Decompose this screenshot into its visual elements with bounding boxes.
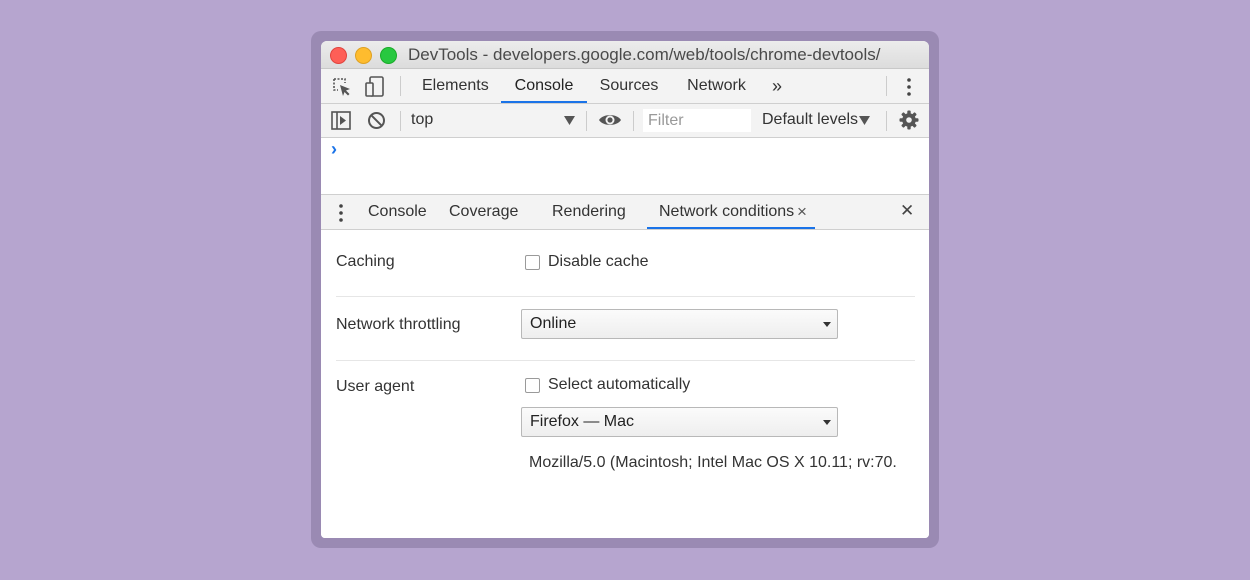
disable-cache-label[interactable]: Disable cache: [548, 253, 649, 271]
live-expression-eye-icon[interactable]: [598, 112, 622, 128]
drawer-tab-coverage[interactable]: Coverage: [449, 195, 518, 229]
drawer-tab-rendering[interactable]: Rendering: [552, 195, 626, 229]
filter-input[interactable]: Filter: [643, 109, 751, 132]
throttling-label: Network throttling: [336, 316, 461, 333]
toolbar-divider: [400, 76, 401, 96]
context-dropdown-icon[interactable]: [564, 116, 575, 125]
levels-dropdown-icon[interactable]: [859, 116, 870, 125]
divider: [336, 360, 915, 361]
tab-console[interactable]: Console: [501, 69, 587, 103]
log-levels-dropdown[interactable]: Default levels: [762, 111, 858, 129]
minimize-window-button[interactable]: [355, 47, 372, 64]
close-window-button[interactable]: [330, 47, 347, 64]
select-automatically-checkbox[interactable]: [525, 378, 540, 393]
more-tabs-icon[interactable]: »: [767, 69, 787, 103]
chevron-down-icon: [823, 322, 831, 327]
kebab-menu-icon[interactable]: [903, 77, 915, 97]
user-agent-select[interactable]: Firefox — Mac: [521, 407, 838, 437]
console-prompt-icon: ›: [331, 139, 337, 159]
divider: [336, 296, 915, 297]
throttling-select[interactable]: Online: [521, 309, 838, 339]
disable-cache-checkbox[interactable]: [525, 255, 540, 270]
drawer-tab-console[interactable]: Console: [368, 195, 427, 229]
device-toolbar-icon[interactable]: [364, 75, 386, 99]
toolbar-divider: [400, 111, 401, 131]
console-output[interactable]: ›: [321, 138, 929, 193]
show-sidebar-icon[interactable]: [331, 111, 351, 130]
tab-sources[interactable]: Sources: [599, 69, 659, 103]
throttling-value: Online: [530, 315, 577, 332]
drawer-toolbar: Console Coverage Rendering Network condi…: [321, 194, 929, 230]
zoom-window-button[interactable]: [380, 47, 397, 64]
toolbar-divider: [586, 111, 587, 131]
main-toolbar: Elements Console Sources Network »: [321, 69, 929, 104]
close-drawer-icon[interactable]: ✕: [900, 201, 914, 221]
inspect-element-icon[interactable]: [331, 76, 353, 98]
drawer-tab-label: Network conditions: [659, 203, 795, 220]
select-automatically-label[interactable]: Select automatically: [548, 376, 690, 394]
context-selector[interactable]: top: [411, 111, 433, 129]
close-tab-icon[interactable]: ×: [797, 195, 807, 229]
user-agent-value: Firefox — Mac: [530, 413, 635, 430]
user-agent-string[interactable]: Mozilla/5.0 (Macintosh; Intel Mac OS X 1…: [529, 454, 897, 472]
chevron-down-icon: [823, 420, 831, 425]
tab-elements[interactable]: Elements: [422, 69, 489, 103]
devtools-window: DevTools - developers.google.com/web/too…: [321, 41, 929, 538]
gear-icon[interactable]: [899, 110, 919, 130]
drawer-tab-network-conditions[interactable]: Network conditions ×: [647, 195, 815, 229]
console-toolbar: top Filter Default levels: [321, 104, 929, 138]
network-conditions-panel: Caching Disable cache Network throttling…: [321, 230, 929, 538]
clear-console-icon[interactable]: [367, 111, 386, 130]
toolbar-divider: [633, 111, 634, 131]
tab-network[interactable]: Network: [685, 69, 748, 103]
toolbar-divider: [886, 111, 887, 131]
toolbar-divider: [886, 76, 887, 96]
title-bar: DevTools - developers.google.com/web/too…: [321, 41, 929, 69]
window-title: DevTools - developers.google.com/web/too…: [408, 45, 881, 64]
drawer-menu-icon[interactable]: [335, 203, 347, 223]
user-agent-label: User agent: [336, 378, 415, 395]
caching-label: Caching: [336, 253, 395, 270]
